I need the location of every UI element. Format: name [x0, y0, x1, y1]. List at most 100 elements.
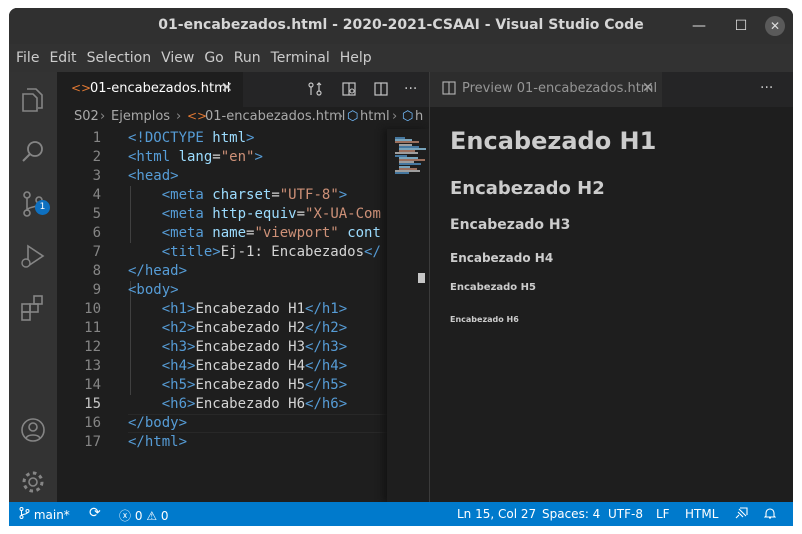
- menu-terminal[interactable]: Terminal: [268, 44, 333, 72]
- encoding-setting[interactable]: UTF-8: [608, 507, 643, 521]
- code-token: "X-UA-Com: [305, 206, 381, 222]
- line-source: <h6>Encabezado H6</h6>: [128, 395, 347, 414]
- symbol-element-icon: ⬡: [347, 109, 359, 124]
- open-changes-icon[interactable]: [307, 81, 323, 101]
- breadcrumb-separator-icon: ›: [338, 109, 344, 124]
- code-line[interactable]: 7 <title>Ej-1: Encabezados</: [57, 243, 429, 262]
- code-token: <meta: [161, 206, 213, 222]
- code-line[interactable]: 14 <h5>Encabezado H5</h5>: [57, 376, 429, 395]
- code-token: =: [271, 187, 280, 203]
- language-mode[interactable]: HTML: [685, 507, 718, 521]
- code-line[interactable]: 8 </head>: [57, 262, 429, 281]
- more-actions-icon[interactable]: ···: [404, 81, 417, 97]
- branch-icon: [19, 507, 30, 519]
- breadcrumb-separator-icon: ›: [176, 109, 182, 124]
- split-sash-handle[interactable]: [418, 273, 425, 283]
- minimize-button[interactable]: —: [689, 16, 709, 36]
- menu-help[interactable]: Help: [337, 44, 375, 72]
- line-number: 4: [92, 187, 101, 203]
- line-source: <meta name="viewport" cont: [128, 224, 381, 243]
- line-number: 15: [84, 396, 101, 412]
- code-line[interactable]: 2 <html lang="en">: [57, 148, 429, 167]
- preview-tab-bar: Preview 01-encabezados.html ✕ ···: [430, 72, 793, 107]
- feedback-icon[interactable]: [734, 507, 748, 523]
- preview-group: Preview 01-encabezados.html ✕ ··· Encabe…: [429, 72, 793, 502]
- problems-indicator[interactable]: ⓧ 0 ⚠ 0: [119, 507, 169, 524]
- breadcrumb-item-html[interactable]: html: [360, 109, 390, 124]
- split-editor-icon[interactable]: [373, 81, 389, 101]
- cursor-position[interactable]: Ln 15, Col 27: [457, 507, 536, 521]
- window-title: 01-encabezados.html - 2020-2021-CSAAI - …: [158, 17, 644, 33]
- code-line[interactable]: 17 </html>: [57, 433, 429, 452]
- extensions-icon[interactable]: [17, 292, 49, 324]
- code-token: <meta: [161, 225, 213, 241]
- code-token: </h5>: [305, 377, 348, 393]
- indentation-setting[interactable]: Spaces: 4: [542, 507, 600, 521]
- code-line[interactable]: 11 <h2>Encabezado H2</h2>: [57, 319, 429, 338]
- line-number: 7: [92, 244, 101, 260]
- code-line[interactable]: 13 <h4>Encabezado H4</h4>: [57, 357, 429, 376]
- menu-view[interactable]: View: [158, 44, 197, 72]
- menu-edit[interactable]: Edit: [46, 44, 79, 72]
- code-line[interactable]: 12 <h3>Encabezado H3</h3>: [57, 338, 429, 357]
- menu-run[interactable]: Run: [231, 44, 264, 72]
- menu-go[interactable]: Go: [201, 44, 226, 72]
- code-line[interactable]: 1 <!DOCTYPE html>: [57, 129, 429, 148]
- more-actions-icon[interactable]: ···: [760, 80, 773, 96]
- line-source: <h5>Encabezado H5</h5>: [128, 376, 347, 395]
- activity-bar: 1: [9, 72, 57, 502]
- code-token: Encabezado H4: [195, 358, 306, 374]
- breadcrumb-item-s02[interactable]: S02: [74, 109, 99, 124]
- code-line[interactable]: 5 <meta http-equiv="X-UA-Com: [57, 205, 429, 224]
- line-number: 11: [84, 320, 101, 336]
- preview-tab[interactable]: Preview 01-encabezados.html ✕: [430, 72, 662, 107]
- menu-file[interactable]: File: [13, 44, 42, 72]
- code-token: "viewport": [254, 225, 339, 241]
- run-debug-icon[interactable]: [17, 240, 49, 272]
- code-token: <head>: [128, 168, 179, 184]
- eol-setting[interactable]: LF: [656, 507, 670, 521]
- preview-heading-h4: Encabezado H4: [450, 251, 554, 265]
- breadcrumb-item-h[interactable]: h: [415, 109, 423, 124]
- notifications-bell-icon[interactable]: [763, 507, 777, 523]
- line-source: </head>: [128, 262, 187, 281]
- code-token: Encabezado H6: [195, 396, 306, 412]
- open-preview-icon[interactable]: [341, 81, 357, 101]
- breadcrumb-item-file[interactable]: 01-encabezados.html: [205, 109, 345, 124]
- settings-gear-icon[interactable]: [17, 466, 49, 498]
- line-number: 5: [92, 206, 101, 222]
- editor-tab-01-encabezados[interactable]: <> 01-encabezados.html ✕: [57, 72, 243, 107]
- close-window-button[interactable]: ✕: [765, 16, 785, 36]
- maximize-button[interactable]: ☐: [731, 16, 751, 36]
- line-number: 8: [92, 263, 101, 279]
- code-editor[interactable]: 1 <!DOCTYPE html> 2 <html lang="en"> 3 <head>…: [57, 129, 429, 502]
- code-token: <title>: [161, 244, 221, 260]
- code-token: lang: [178, 149, 213, 165]
- menu-selection[interactable]: Selection: [84, 44, 155, 72]
- line-number: 3: [92, 168, 101, 184]
- minimap[interactable]: [387, 129, 429, 502]
- close-tab-icon[interactable]: ✕: [642, 80, 654, 96]
- code-token: Encabezado H2: [195, 320, 306, 336]
- code-line[interactable]: 4 <meta charset="UTF-8">: [57, 186, 429, 205]
- close-tab-icon[interactable]: ✕: [221, 80, 233, 96]
- code-token: </: [364, 244, 381, 260]
- code-line[interactable]: 6 <meta name="viewport" cont: [57, 224, 429, 243]
- explorer-icon[interactable]: [17, 84, 49, 116]
- code-token: =: [296, 206, 306, 222]
- warning-icon: ⚠: [146, 509, 158, 523]
- code-line[interactable]: 16 </body>: [57, 414, 429, 433]
- code-line[interactable]: 15 <h6>Encabezado H6</h6>: [57, 395, 429, 414]
- branch-indicator[interactable]: main*: [19, 507, 70, 522]
- code-line[interactable]: 10 <h1>Encabezado H1</h1>: [57, 300, 429, 319]
- search-icon[interactable]: [17, 136, 49, 168]
- code-line[interactable]: 3 <head>: [57, 167, 429, 186]
- sync-icon[interactable]: ⟳: [89, 505, 101, 521]
- account-icon[interactable]: [17, 414, 49, 446]
- code-line[interactable]: 9 <body>: [57, 281, 429, 300]
- breadcrumb-item-ejemplos[interactable]: Ejemplos: [111, 109, 170, 124]
